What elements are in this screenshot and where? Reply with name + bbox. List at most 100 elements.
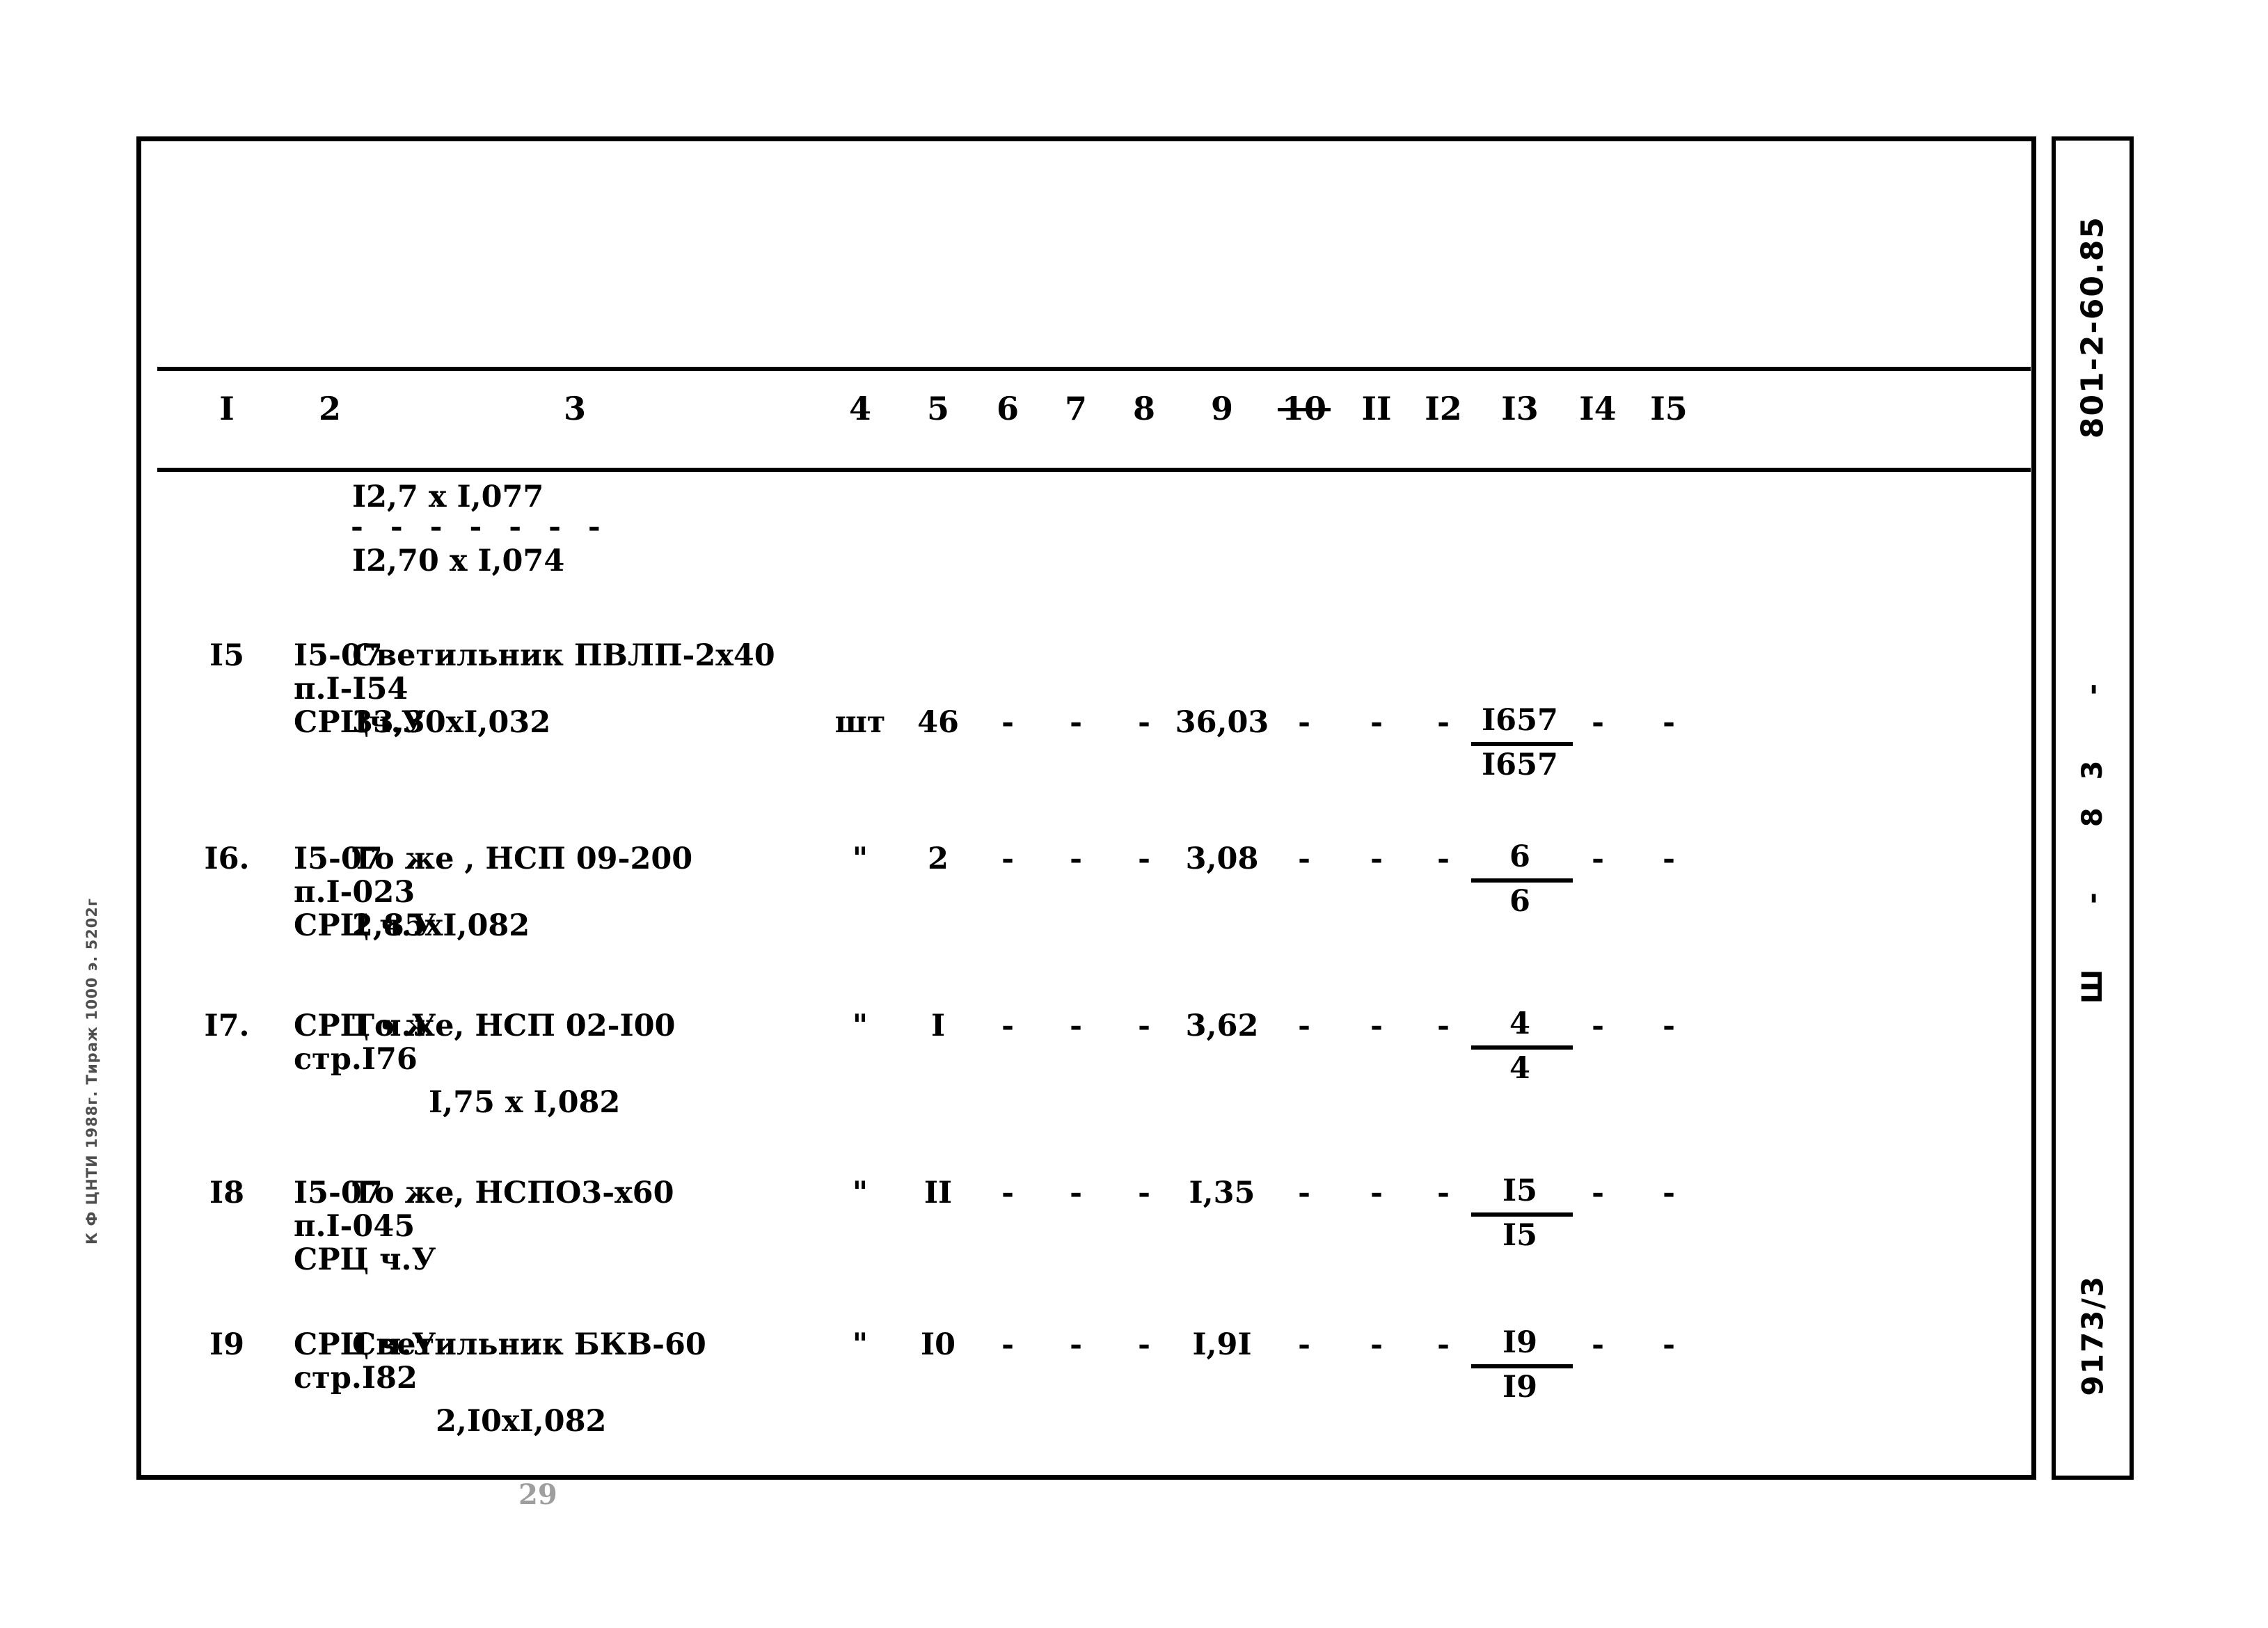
fraction-bar: [1471, 1045, 1573, 1050]
row-col-6: -: [1001, 705, 1014, 740]
row-col-15: -: [1663, 1327, 1675, 1362]
row-col-11: -: [1370, 1009, 1383, 1043]
table-row: I5 I5-07 п.I-I54 СРЦч.У Светильник ПВЛП-2х40…: [157, 639, 2031, 799]
column-header-12: I2: [1425, 390, 1462, 427]
row-col-9: 36,03: [1175, 705, 1269, 740]
row-col-13-fraction: I657 I657: [1471, 703, 1573, 782]
row-col-15: -: [1663, 705, 1675, 740]
row-col-10: -: [1298, 1009, 1310, 1043]
row-description: Светильник БКВ-60: [352, 1327, 706, 1362]
column-header-14: I4: [1579, 390, 1617, 427]
fraction-denominator: 4: [1509, 1050, 1530, 1086]
fraction-bar: [1471, 741, 1573, 746]
column-header-15: I5: [1650, 390, 1688, 427]
table-row: I7. СРЦ ч.У стр.I76 То же, НСП 02-I00 I,75 x…: [157, 1009, 2031, 1169]
row-dimension: 33,30хI,032: [352, 705, 551, 740]
table-row: I8 I5-07 п.I-045 СРЦ ч.У То же, НСПО3-х60 " II…: [157, 1176, 2031, 1336]
row-col-11: -: [1370, 705, 1383, 740]
row-description: То же, НСП 02-I00: [352, 1009, 676, 1043]
row-col-8: -: [1138, 705, 1150, 740]
fraction-denominator: I5: [1502, 1217, 1538, 1253]
page-folio: 29: [518, 1478, 557, 1511]
row-col-9: 3,62: [1185, 1009, 1259, 1043]
row-number: I5: [209, 638, 245, 673]
row-col-7: -: [1070, 841, 1082, 876]
row-col-7: -: [1070, 705, 1082, 740]
row-col-7: -: [1070, 1176, 1082, 1210]
sheet-code: 9173/3: [2075, 1275, 2110, 1396]
column-header-6: 6: [996, 390, 1020, 427]
row-col-14: -: [1592, 705, 1604, 740]
row-col-8: -: [1138, 1009, 1150, 1043]
row-number: I6.: [204, 841, 250, 876]
row-quantity: 46: [917, 705, 959, 740]
row-number: I8: [209, 1176, 245, 1210]
fraction-denominator: 6: [1509, 883, 1530, 919]
row-col-11: -: [1370, 1176, 1383, 1210]
row-col-8: -: [1138, 1327, 1150, 1362]
row-col-9: 3,08: [1185, 841, 1259, 876]
row-quantity: 2: [928, 841, 949, 876]
row-col-10: -: [1298, 705, 1310, 740]
row-col-12: -: [1437, 1009, 1450, 1043]
row-ref-line-2: п.I-I54: [294, 672, 409, 706]
column-header-7: 7: [1064, 390, 1088, 427]
row-col-8: -: [1138, 841, 1150, 876]
column-header-row: I 2 3 4 5 6 7 8 9 10 II I2 I3 I4 I5: [157, 390, 2031, 452]
row-col-13-fraction: I5 I5: [1471, 1176, 1573, 1253]
row-description: Светильник ПВЛП-2х40: [352, 638, 775, 673]
table-row: I6. I5-07 п.I-023 СРЦ ч.У То же , НСП 09-200…: [157, 841, 2031, 1002]
row-col-15: -: [1663, 1176, 1675, 1210]
series-code: 801-2-60.85: [2075, 216, 2111, 439]
row-col-12: -: [1437, 841, 1450, 876]
left-margin-imprint: К Ф ЦНТИ 1988г. Тираж 1000 э. 5202г: [84, 898, 100, 1244]
row-col-9: I,9I: [1192, 1327, 1252, 1362]
column-header-8: 8: [1132, 390, 1156, 427]
row-col-10: -: [1298, 1327, 1310, 1362]
row-col-7: -: [1070, 1327, 1082, 1362]
continuation-denominator: I2,70 x I,074: [352, 544, 565, 578]
row-col-14: -: [1592, 1327, 1604, 1362]
row-col-14: -: [1592, 1176, 1604, 1210]
row-col-10: -: [1298, 841, 1310, 876]
column-header-4: 4: [848, 390, 872, 427]
row-unit: шт: [834, 705, 886, 740]
column-header-1: I: [219, 390, 235, 427]
row-ref-line-2: стр.I82: [294, 1361, 418, 1396]
row-col-14: -: [1592, 841, 1604, 876]
column-header-13: I3: [1501, 390, 1539, 427]
fraction-denominator: I9: [1502, 1369, 1538, 1405]
fraction-bar: [1471, 1364, 1573, 1368]
row-col-12: -: [1437, 1176, 1450, 1210]
row-col-6: -: [1001, 1176, 1014, 1210]
fraction-numerator: I657: [1482, 703, 1558, 738]
row-ref-line-2: п.I-045: [294, 1209, 415, 1244]
row-col-11: -: [1370, 841, 1383, 876]
row-number: I9: [209, 1327, 245, 1362]
fraction-numerator: I9: [1502, 1325, 1538, 1360]
row-ref-line-3: СРЦ ч.У: [294, 1242, 436, 1277]
row-description: То же, НСПО3-х60: [352, 1176, 674, 1210]
row-quantity: I: [930, 1009, 946, 1043]
row-col-11: -: [1370, 1327, 1383, 1362]
fraction-denominator: I657: [1482, 747, 1558, 782]
row-unit: ": [852, 1009, 869, 1043]
row-ref-line-2: стр.I76: [294, 1042, 418, 1077]
row-ref-line-2: п.I-023: [294, 875, 415, 910]
row-col-6: -: [1001, 1327, 1014, 1362]
column-header-3: 3: [563, 390, 587, 427]
row-col-7: -: [1070, 1009, 1082, 1043]
column-header-11: II: [1361, 390, 1392, 427]
row-dimension: 2,I0хI,082: [436, 1404, 607, 1439]
fraction-numerator: 4: [1509, 1006, 1530, 1041]
row-description: То же , НСП 09-200: [352, 841, 693, 876]
header-rule-top: [157, 367, 2031, 371]
continuation-divider: - - - - - - -: [351, 509, 609, 544]
row-unit: ": [852, 841, 869, 876]
row-col-15: -: [1663, 1009, 1675, 1043]
row-dimension: I,75 x I,082: [429, 1085, 621, 1120]
row-col-9: I,35: [1189, 1176, 1255, 1210]
header-rule-bottom: [157, 468, 2031, 472]
table-body: I2,7 x I,077- - - - - - - I2,70 x I,074 I5…: [157, 480, 2031, 1455]
row-col-15: -: [1663, 841, 1675, 876]
